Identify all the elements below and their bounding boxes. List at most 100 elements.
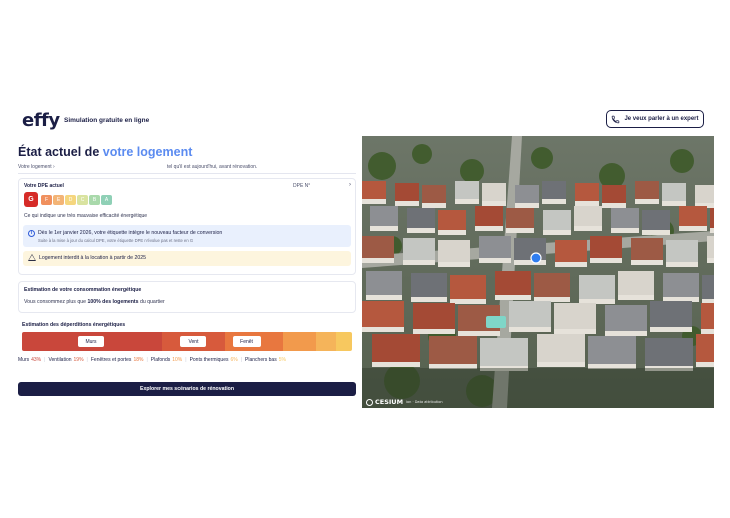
- building-wall: [662, 201, 686, 206]
- consumption-label: Estimation de votre consommation énergét…: [24, 287, 142, 293]
- page-title-accent: votre logement: [102, 145, 193, 159]
- building-wall: [605, 331, 647, 336]
- building: [642, 210, 670, 230]
- dpe-letter-e: E: [53, 194, 64, 205]
- dpe-letter-c: C: [77, 194, 88, 205]
- heat-loss-segment-murs[interactable]: Murs: [22, 332, 163, 351]
- building-wall: [515, 203, 539, 208]
- heat-loss-segment-planchers-bas[interactable]: [335, 332, 352, 351]
- building-wall: [701, 329, 714, 334]
- subtitle-divider: [18, 173, 356, 174]
- building: [395, 183, 419, 201]
- explore-renovation-button[interactable]: Explorer mes scénarios de rénovation: [18, 382, 356, 396]
- building-wall: [666, 262, 698, 267]
- building: [450, 275, 486, 299]
- dpe-letter-f: F: [41, 194, 52, 205]
- building-wall: [611, 228, 639, 233]
- building-wall: [602, 203, 626, 208]
- subtitle-left[interactable]: Votre logement ›: [18, 164, 55, 170]
- cesium-data-attribution[interactable]: ion · Data attribution: [406, 400, 443, 404]
- building-wall: [542, 199, 566, 204]
- info-icon: i: [28, 230, 35, 237]
- housing-state-panel: État actuel de votre logement Votre loge…: [18, 145, 356, 369]
- legend-label: Ventilation: [48, 357, 72, 363]
- heat-loss-tag: Vent: [180, 336, 207, 347]
- building-wall: [362, 327, 404, 332]
- building: [702, 275, 714, 299]
- legend-label: Murs: [18, 357, 30, 363]
- subtitle-right: tel qu'il est aujourd'hui, avant rénovat…: [167, 164, 258, 170]
- building-wall: [362, 199, 386, 204]
- building: [438, 240, 470, 262]
- effy-logo[interactable]: effy: [22, 110, 60, 131]
- legend-percent: 5%: [278, 357, 286, 363]
- building-wall: [710, 228, 714, 233]
- building: [480, 338, 528, 366]
- heat-loss-legend: Murs 43% | Ventilation 19% | Fenêtres et porte…: [18, 357, 289, 363]
- legend-label: Fenêtres et portes: [90, 357, 132, 363]
- rental-ban-warning: Logement interdit à la location à partir…: [23, 251, 351, 266]
- legend-percent: 6%: [230, 357, 238, 363]
- aerial-map-canvas[interactable]: [362, 136, 714, 408]
- building-wall: [411, 297, 447, 302]
- building: [605, 305, 647, 331]
- dpe-description: Ce qui indique une très mauvaise efficac…: [24, 213, 148, 219]
- building-wall: [495, 295, 531, 300]
- heat-loss-segment-fen-tres-et-portes[interactable]: Fenêt: [224, 332, 284, 351]
- heat-loss-label: Estimation des déperditions énergétiques: [22, 322, 126, 328]
- heat-loss-segment-plafonds[interactable]: [283, 332, 317, 351]
- building-wall: [554, 329, 596, 334]
- building: [370, 206, 398, 226]
- dpe-label: Votre DPE actuel: [24, 183, 64, 189]
- legend-percent: 18%: [133, 357, 144, 363]
- building: [590, 236, 622, 258]
- building-wall: [635, 199, 659, 204]
- cesium-label: CESIUM: [375, 398, 404, 406]
- legend-separator: |: [146, 357, 148, 363]
- building: [407, 208, 435, 228]
- heat-loss-tag: Fenêt: [232, 336, 261, 347]
- building: [515, 185, 539, 203]
- legend-item: Fenêtres et portes 18%: [91, 357, 144, 363]
- building-wall: [438, 262, 470, 267]
- building: [611, 208, 639, 228]
- building: [413, 303, 455, 329]
- building-wall: [413, 329, 455, 334]
- building-wall: [543, 230, 571, 235]
- dpe-chevron-icon[interactable]: ›: [349, 182, 351, 188]
- aerial-3d-map[interactable]: CESIUM ion · Data attribution: [362, 136, 714, 408]
- building: [495, 271, 531, 295]
- info-text: Suite à la mise à jour du calcul DPE, vo…: [38, 238, 194, 243]
- legend-separator: |: [240, 357, 243, 363]
- building: [372, 334, 420, 362]
- cesium-attribution[interactable]: CESIUM ion · Data attribution: [366, 398, 443, 406]
- building: [479, 236, 511, 258]
- building-wall: [403, 260, 435, 265]
- heat-loss-bar: Murs Vent Fenêt: [22, 332, 352, 351]
- heat-loss-segment-ventilation[interactable]: Vent: [162, 332, 225, 351]
- building: [438, 210, 466, 230]
- dpe-scale: GFEDCBA: [24, 192, 113, 207]
- page-title: État actuel de votre logement: [18, 145, 356, 161]
- heat-loss-segment-ponts-thermiques[interactable]: [316, 332, 336, 351]
- building-wall: [372, 362, 420, 367]
- building: [542, 181, 566, 199]
- legend-percent: 43%: [31, 357, 42, 363]
- heat-loss-card: Estimation des déperditions énergétiques…: [18, 317, 356, 369]
- talk-to-expert-button[interactable]: Je veux parler à un expert: [606, 110, 704, 128]
- conversion-info-box: i Dès le 1er janvier 2026, votre étiquet…: [23, 225, 351, 247]
- building: [411, 273, 447, 297]
- consumption-card: Estimation de votre consommation énergét…: [18, 281, 356, 313]
- building-wall: [450, 299, 486, 304]
- page-title-prefix: État actuel de: [18, 145, 100, 159]
- building: [588, 336, 636, 364]
- building: [574, 206, 602, 226]
- building-wall: [475, 226, 503, 231]
- header: effy Simulation gratuite en ligne Je veu…: [0, 108, 730, 134]
- building-wall: [555, 262, 587, 267]
- building: [366, 271, 402, 295]
- legend-item: Ponts thermiques 6%: [190, 357, 238, 363]
- building: [534, 273, 570, 297]
- building-wall: [575, 201, 599, 206]
- building: [475, 206, 503, 226]
